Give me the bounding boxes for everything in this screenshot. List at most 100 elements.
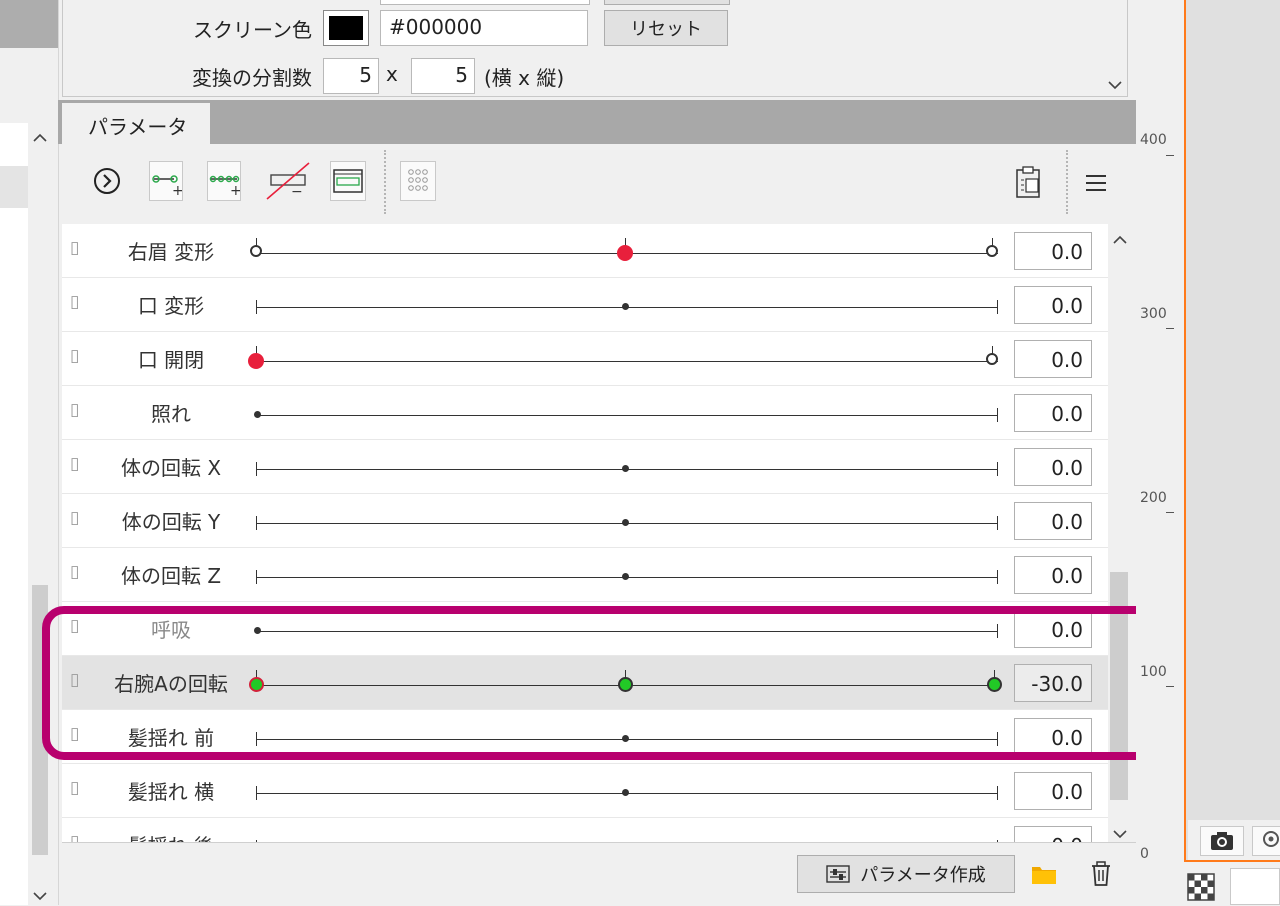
pin-icon[interactable]: ▯ <box>70 400 79 420</box>
divisions-hint: (横 x 縦) <box>484 66 565 90</box>
settings-chevron-down-icon[interactable] <box>1108 74 1126 94</box>
param-row[interactable]: ▯ 口 開閉 0.0 <box>62 332 1108 386</box>
divisions-y-field[interactable]: 5 <box>411 58 475 94</box>
left-panel-header <box>0 0 58 48</box>
slider-max-tick <box>997 570 998 584</box>
slider-handle[interactable] <box>622 573 629 580</box>
param-row[interactable]: ▯ 髪揺れ 横 0.0 <box>62 764 1108 818</box>
param-value-field[interactable]: 0.0 <box>1014 556 1092 594</box>
param-row[interactable]: ▯ 髪揺れ 後 0.0 <box>62 818 1108 842</box>
menu-icon[interactable] <box>1084 172 1108 198</box>
ruler-tick <box>1166 328 1174 329</box>
left-panel-selected-row[interactable] <box>0 166 28 208</box>
param-row[interactable]: ▯ 体の回転 Z 0.0 <box>62 548 1108 602</box>
settings-field-top <box>380 0 590 5</box>
keyframe-marker[interactable] <box>250 245 262 257</box>
divisions-separator: x <box>386 62 398 86</box>
slider-min-tick <box>256 570 257 584</box>
screen-color-swatch[interactable] <box>323 10 369 46</box>
param-row[interactable]: ▯ 体の回転 Y 0.0 <box>62 494 1108 548</box>
tab-parameters[interactable]: パラメータ <box>62 103 210 147</box>
slider-max-tick <box>997 516 998 530</box>
slider-handle[interactable] <box>254 411 261 418</box>
pin-icon[interactable]: ▯ <box>70 832 79 842</box>
param-value-field[interactable]: 0.0 <box>1014 772 1092 810</box>
param-name: 右眉 変形 <box>127 240 215 264</box>
param-row[interactable]: ▯ 右眉 変形 0.0 <box>62 224 1108 278</box>
keyframe-marker[interactable] <box>986 353 998 365</box>
ruler-label: 200 <box>1140 490 1167 506</box>
record-icon[interactable] <box>1252 826 1280 856</box>
trash-icon[interactable] <box>1089 860 1113 892</box>
create-parameter-button[interactable]: パラメータ作成 <box>797 855 1015 893</box>
slider-handle[interactable] <box>622 303 629 310</box>
param-row[interactable]: ▯ 照れ 0.0 <box>62 386 1108 440</box>
chevron-up-icon[interactable] <box>30 128 50 147</box>
chevron-up-icon[interactable] <box>1113 230 1127 249</box>
keyframe-marker[interactable] <box>986 245 998 257</box>
pin-icon[interactable]: ▯ <box>70 238 79 258</box>
remove-key-icon[interactable]: − <box>265 161 310 201</box>
clipboard-icon[interactable] <box>1014 166 1044 204</box>
param-value-field[interactable]: 0.0 <box>1014 340 1092 378</box>
slider-settings-icon <box>826 864 850 884</box>
param-name: 照れ <box>151 402 191 426</box>
param-value-field[interactable]: 0.0 <box>1014 394 1092 432</box>
svg-text:−: − <box>291 184 303 200</box>
pin-icon[interactable]: ▯ <box>70 562 79 582</box>
param-value-field[interactable]: 0.0 <box>1014 286 1092 324</box>
pin-icon[interactable]: ▯ <box>70 292 79 312</box>
chevron-down-icon[interactable] <box>1113 824 1127 843</box>
param-value-field[interactable]: 0.0 <box>1014 502 1092 540</box>
transparency-grid-icon[interactable] <box>1186 872 1216 902</box>
pin-icon[interactable]: ▯ <box>70 346 79 366</box>
param-row[interactable]: ▯ 体の回転 X 0.0 <box>62 440 1108 494</box>
param-slider-track[interactable] <box>256 415 998 416</box>
slider-max-tick <box>997 300 998 314</box>
key-grid-icon[interactable] <box>330 161 366 201</box>
slider-min-tick <box>256 462 257 476</box>
add-three-keys-icon[interactable]: + <box>207 161 242 201</box>
divisions-x-field[interactable]: 5 <box>323 58 379 94</box>
slider-handle-active[interactable] <box>617 245 633 261</box>
ruler-label: 100 <box>1140 664 1167 680</box>
param-value-field[interactable]: 0.0 <box>1014 448 1092 486</box>
param-slider-track[interactable] <box>256 361 998 362</box>
slider-min-tick <box>256 300 257 314</box>
chevron-down-icon[interactable] <box>30 886 50 905</box>
param-name: 体の回転 X <box>120 456 222 480</box>
param-value-field[interactable]: 0.0 <box>1014 232 1092 270</box>
param-name: 口 変形 <box>137 294 205 318</box>
pin-icon[interactable]: ▯ <box>70 508 79 528</box>
param-value-field[interactable]: 0.0 <box>1014 826 1092 842</box>
key-matrix-icon[interactable] <box>400 161 436 201</box>
param-row[interactable]: ▯ 口 変形 0.0 <box>62 278 1108 332</box>
divisions-label: 変換の分割数 <box>192 66 312 90</box>
add-key-icon[interactable]: + <box>149 161 184 201</box>
folder-icon[interactable] <box>1030 862 1058 890</box>
panel-tab-bar <box>58 100 1138 144</box>
screen-color-hex-field[interactable]: #000000 <box>380 10 588 46</box>
toolbar-separator-right <box>1066 150 1069 214</box>
slider-handle[interactable] <box>622 789 629 796</box>
slider-handle[interactable] <box>622 519 629 526</box>
slider-handle[interactable] <box>622 465 629 472</box>
reset-button[interactable]: リセット <box>604 10 728 46</box>
ruler-tick <box>1166 686 1174 687</box>
expand-circle-icon[interactable] <box>92 166 122 200</box>
camera-icon[interactable] <box>1200 826 1244 856</box>
slider-max-tick <box>997 786 998 800</box>
param-name: 髪揺れ 後 <box>102 830 240 842</box>
slider-min-tick <box>256 786 257 800</box>
left-panel-list <box>0 123 28 905</box>
canvas-viewport[interactable] <box>1184 0 1280 862</box>
zoom-field[interactable] <box>1230 868 1280 905</box>
pin-icon[interactable]: ▯ <box>70 454 79 474</box>
pin-icon[interactable]: ▯ <box>70 778 79 798</box>
ruler-label: 400 <box>1140 132 1167 148</box>
slider-max-tick <box>997 408 998 422</box>
settings-button-top <box>604 0 730 5</box>
vertical-ruler: 400 300 200 100 0 <box>1136 0 1184 905</box>
slider-handle-active[interactable] <box>248 353 264 369</box>
slider-max-tick <box>997 462 998 476</box>
